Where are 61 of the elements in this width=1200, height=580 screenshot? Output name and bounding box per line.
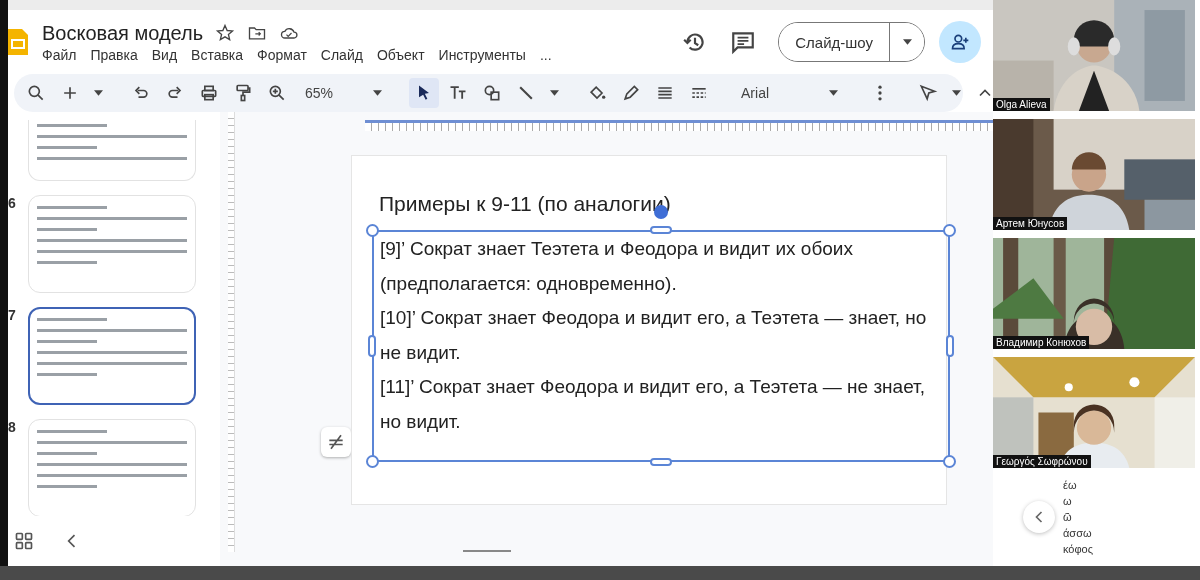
pencil-icon[interactable] [621, 83, 642, 103]
menu-item[interactable]: Вставка [191, 46, 244, 63]
caret-icon [373, 90, 383, 96]
resize-handle[interactable] [650, 226, 672, 234]
format-options-button[interactable] [321, 427, 351, 457]
zoom-icon[interactable] [267, 83, 287, 103]
resize-handle[interactable] [943, 224, 956, 237]
menu-item[interactable]: Вид [151, 46, 178, 63]
paragraph: [11]’ Сократ знает Феодора и видит его, а Теэтета — не знает, но видит. [380, 375, 926, 434]
background-word: άσσω [1063, 527, 1093, 539]
caret-icon [902, 39, 912, 45]
resize-handle[interactable] [943, 455, 956, 468]
background-word: έω [1063, 479, 1078, 491]
paragraph: [9]’ Сократ знает Теэтета и Феодора и видит их обоих (предполагается: одновременно). [380, 237, 854, 296]
grid-view-icon[interactable] [14, 531, 34, 551]
menu-item[interactable]: ... [539, 46, 552, 63]
strikethrough-icon [326, 432, 346, 452]
text-box-frame[interactable] [372, 230, 950, 462]
background-word: κόφος [1063, 543, 1094, 555]
background-word: ῶ [1063, 511, 1073, 523]
print-icon[interactable] [199, 83, 219, 103]
slideshow-button[interactable]: Слайд-шоу [779, 23, 890, 61]
paint-format-icon[interactable] [233, 83, 253, 103]
notes-resize-handle[interactable] [463, 550, 511, 552]
comment-icon[interactable] [730, 29, 757, 55]
menu-item[interactable]: Объект [376, 46, 425, 63]
caret-icon[interactable] [94, 90, 103, 96]
share-button[interactable] [939, 21, 981, 63]
caret-icon[interactable] [550, 90, 560, 96]
participant-name: Владимир Конюхов [993, 336, 1090, 349]
slide-number: 8 [8, 419, 17, 435]
slide-title[interactable]: Примеры к 9-11 (по аналогии) [379, 192, 946, 216]
caret-icon[interactable] [952, 90, 962, 96]
menu-item[interactable]: Формат [257, 46, 307, 63]
participant-name: Артем Юнусов [993, 217, 1068, 230]
menu-item[interactable]: Правка [90, 46, 138, 63]
select-icon[interactable] [409, 78, 440, 108]
participant-name: Γεωργός Σωφρώνου [993, 455, 1091, 468]
slide-number: 7 [8, 307, 17, 323]
star-icon[interactable] [215, 23, 236, 43]
resize-handle[interactable] [366, 224, 379, 237]
slide-number: 6 [8, 195, 17, 211]
menu-item[interactable]: Слайд [320, 46, 363, 63]
resize-handle[interactable] [650, 458, 672, 466]
person-add-icon [950, 32, 970, 52]
shapes-icon[interactable] [482, 83, 503, 103]
document-title[interactable]: Восковая модель [42, 21, 204, 45]
zoom-dropdown[interactable]: 65% [301, 85, 387, 101]
resize-handle[interactable] [946, 335, 954, 357]
pointer-icon[interactable] [918, 83, 939, 103]
paragraph: [10]’ Сократ знает Феодора и видит его, а Теэтета — знает, но не видит. [380, 306, 928, 365]
search-icon[interactable] [26, 83, 46, 103]
font-dropdown[interactable]: Arial [737, 85, 843, 101]
menu-item[interactable]: Файл [42, 46, 77, 63]
caret-icon [829, 90, 839, 96]
menu-item[interactable]: Инструменты [438, 46, 526, 63]
resize-handle[interactable] [368, 335, 376, 357]
background-word: ω [1063, 495, 1073, 507]
participant-name: Olga Alieva [993, 98, 1050, 111]
resize-handle[interactable] [366, 455, 379, 468]
slide-thumbnail[interactable] [28, 307, 196, 405]
